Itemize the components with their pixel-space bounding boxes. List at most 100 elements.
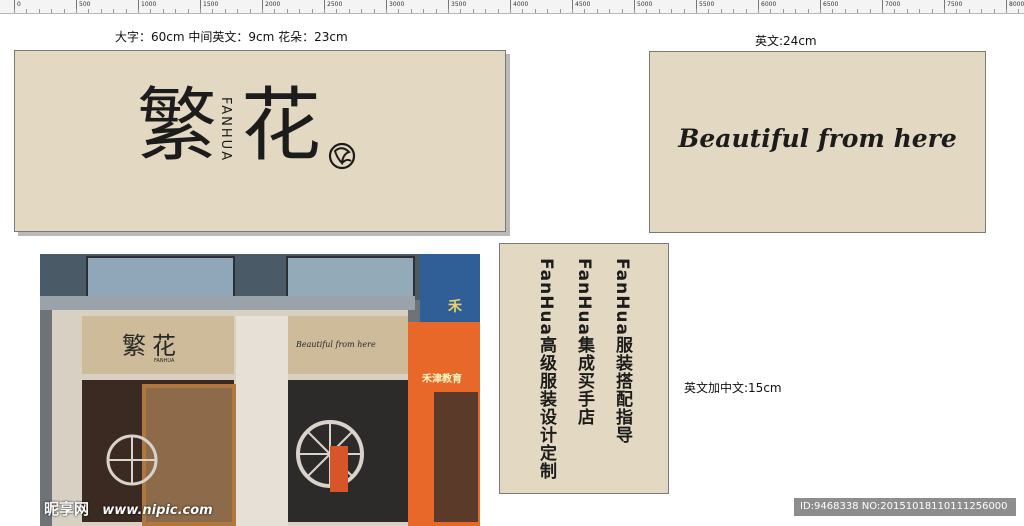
mannequin-dress — [330, 446, 348, 492]
ruler-minor-tick — [745, 9, 747, 13]
ruler-minor-tick — [237, 9, 239, 13]
ruler-minor-tick — [770, 9, 772, 13]
ruler-minor-tick — [621, 9, 623, 13]
ruler-minor-tick — [782, 9, 784, 13]
top-ruler: 0 500 1000 1500 2000 2500 3000 3500 4000… — [0, 0, 1024, 14]
ruler-minor-tick — [138, 9, 139, 13]
ruler-minor-tick — [175, 9, 177, 13]
ruler-minor-tick — [547, 9, 549, 13]
ruler-minor-tick — [906, 9, 908, 13]
ruler-minor-tick — [249, 9, 251, 13]
ruler-minor-tick — [100, 9, 102, 13]
ruler-minor-tick — [832, 9, 834, 13]
ruler-minor-tick — [386, 9, 387, 13]
ruler-minor-tick — [820, 9, 821, 13]
ruler-minor-tick — [187, 9, 189, 13]
vertical-spec-label: 英文加中文:15cm — [684, 381, 782, 395]
ruler-minor-tick — [162, 9, 164, 13]
sign-spec-label: 大字：60cm 中间英文：9cm 花朵：23cm — [115, 30, 348, 44]
main-sign-char-2: 花 — [241, 79, 321, 172]
ruler-minor-tick — [807, 9, 809, 13]
ruler-minor-tick — [361, 9, 363, 13]
flower-icon — [328, 142, 356, 170]
ruler-minor-tick — [224, 9, 226, 13]
ruler-minor-tick — [658, 9, 660, 13]
neighbor-banner-text: 禾 — [448, 299, 462, 315]
ruler-minor-tick — [26, 9, 28, 13]
ruler-minor-tick — [460, 9, 462, 13]
vertical-sign-column: FanHua服装搭配指导 — [612, 258, 632, 444]
ruler-minor-tick — [423, 9, 425, 13]
ruler-minor-tick — [1006, 9, 1007, 13]
ruler-minor-tick — [634, 9, 635, 13]
ruler-minor-tick — [646, 9, 648, 13]
photo-watermark: 昵享网 www.nipic.com — [44, 498, 213, 519]
ruler-minor-tick — [448, 9, 449, 13]
neighbor-facade: 禾津教育 — [408, 322, 480, 526]
ruler-minor-tick — [857, 9, 859, 13]
ruler-minor-tick — [200, 9, 201, 13]
ruler-minor-tick — [510, 9, 511, 13]
watermark-url: www.nipic.com — [102, 503, 213, 518]
image-id-banner: ID:9468338 NO:20151018110111256000 — [794, 498, 1016, 516]
ruler-minor-tick — [299, 9, 301, 13]
vertical-sign-column: FanHua集成买手店 — [574, 258, 594, 426]
neighbor-banner: 禾 — [420, 254, 480, 322]
ruler-minor-tick — [150, 9, 152, 13]
ruler-minor-tick — [88, 9, 90, 13]
ruler-minor-tick — [125, 9, 127, 13]
ruler-minor-tick — [497, 9, 499, 13]
ruler-minor-tick — [76, 9, 77, 13]
ruler-minor-tick — [758, 9, 759, 13]
main-sign-latin: FANHUA — [218, 97, 233, 163]
upper-window — [286, 256, 415, 300]
ruler-minor-tick — [696, 9, 697, 13]
english-spec-label: 英文:24cm — [755, 34, 817, 48]
ruler-minor-tick — [609, 9, 611, 13]
ruler-minor-tick — [733, 9, 735, 13]
main-sign-panel: 繁 FANHUA 花 — [14, 50, 506, 232]
vertical-sign-column: FanHua高级服装设计定制 — [536, 258, 556, 480]
ruler-minor-tick — [274, 9, 276, 13]
ruler-minor-tick — [869, 9, 871, 13]
ruler-minor-tick — [968, 9, 970, 13]
ruler-minor-tick — [51, 9, 53, 13]
vertical-sign-panel: FanHua服装搭配指导 FanHua集成买手店 FanHua高级服装设计定制 — [499, 243, 669, 494]
ruler-minor-tick — [572, 9, 573, 13]
neighbor-text: 禾津教育 — [422, 374, 462, 385]
ruler-minor-tick — [435, 9, 437, 13]
ruler-minor-tick — [882, 9, 883, 13]
ruler-minor-tick — [844, 9, 846, 13]
ruler-minor-tick — [931, 9, 933, 13]
ruler-minor-tick — [944, 9, 945, 13]
ruler-minor-tick — [956, 9, 958, 13]
ruler-minor-tick — [993, 9, 995, 13]
ruler-minor-tick — [683, 9, 685, 13]
upper-window — [86, 256, 235, 300]
ruler-minor-tick — [708, 9, 710, 13]
ruler-minor-tick — [894, 9, 896, 13]
ruler-minor-tick — [919, 9, 921, 13]
ruler-minor-tick — [286, 9, 288, 13]
canopy — [40, 296, 415, 310]
storefront-photo: 繁花 FANHUA Beautiful from here 禾津教育 禾 昵享网… — [40, 254, 480, 526]
watermark-logo: 昵享网 — [44, 500, 90, 518]
ruler-minor-tick — [14, 9, 15, 13]
ruler-minor-tick — [472, 9, 474, 13]
main-sign-char-1: 繁 — [137, 79, 217, 172]
ruler-minor-tick — [1018, 9, 1020, 13]
ruler-minor-tick — [212, 9, 214, 13]
ruler-minor-tick — [63, 9, 65, 13]
ruler-minor-tick — [534, 9, 536, 13]
ruler-minor-tick — [373, 9, 375, 13]
photo-sign-latin: FANHUA — [154, 358, 175, 364]
ruler-minor-tick — [38, 9, 40, 13]
english-sign-text: Beautiful from here — [678, 124, 957, 153]
ruler-minor-tick — [559, 9, 561, 13]
ruler-minor-tick — [113, 9, 115, 13]
ruler-minor-tick — [262, 9, 263, 13]
ruler-minor-tick — [410, 9, 412, 13]
ruler-minor-tick — [584, 9, 586, 13]
ruler-minor-tick — [324, 9, 325, 13]
ruler-minor-tick — [671, 9, 673, 13]
